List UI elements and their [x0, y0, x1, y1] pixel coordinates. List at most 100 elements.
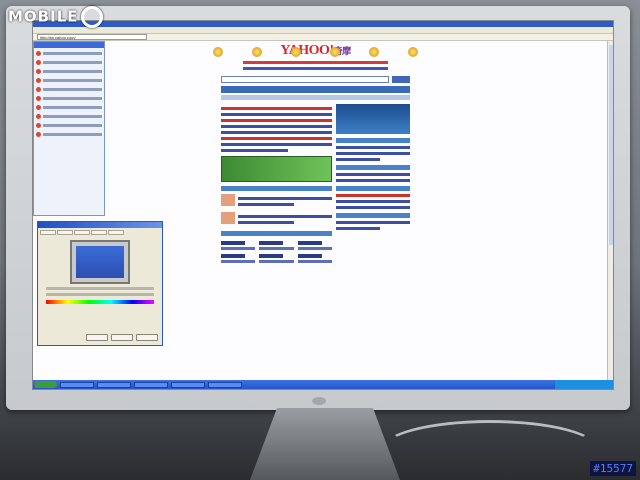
section-header: [221, 231, 332, 236]
section-header: [336, 165, 410, 170]
section-header: [336, 186, 410, 191]
display-properties-dialog: [37, 221, 163, 346]
link[interactable]: [336, 206, 410, 209]
search-button[interactable]: [392, 76, 410, 83]
category-links[interactable]: [221, 95, 410, 100]
apple-logo-icon: [312, 397, 326, 405]
list-item[interactable]: [36, 76, 102, 84]
directory-grid: [221, 241, 332, 263]
link[interactable]: [336, 200, 410, 203]
link[interactable]: [336, 194, 410, 197]
list-item[interactable]: [36, 130, 102, 138]
list-item[interactable]: [36, 85, 102, 93]
link[interactable]: [221, 107, 332, 110]
directory-block[interactable]: [259, 254, 294, 263]
news-item[interactable]: [221, 212, 332, 227]
dialog-settings: [38, 287, 162, 296]
taskbar-item[interactable]: [208, 381, 242, 388]
list-item[interactable]: [36, 112, 102, 120]
tab[interactable]: [74, 230, 90, 235]
directory-block[interactable]: [221, 254, 256, 263]
scroll-thumb[interactable]: [609, 45, 613, 245]
list-item[interactable]: [36, 121, 102, 129]
link[interactable]: [336, 221, 410, 224]
thumbnail: [221, 212, 235, 224]
service-icon[interactable]: [291, 47, 301, 57]
directory-block[interactable]: [297, 254, 332, 263]
start-button[interactable]: [35, 381, 57, 388]
list-item[interactable]: [36, 103, 102, 111]
link[interactable]: [336, 173, 410, 176]
taskbar-item[interactable]: [60, 381, 94, 388]
link[interactable]: [336, 152, 410, 155]
post-id-label: #15577: [590, 461, 636, 476]
service-icon[interactable]: [330, 47, 340, 57]
monitor-preview: [70, 240, 130, 284]
status-icon: [36, 104, 41, 110]
color-quality-bar: [46, 300, 154, 304]
system-tray: [555, 380, 613, 389]
taskbar-item[interactable]: [134, 381, 168, 388]
tab[interactable]: [108, 230, 124, 235]
link[interactable]: [336, 146, 410, 149]
list-item[interactable]: [36, 94, 102, 102]
status-icon: [36, 122, 41, 128]
monitor-screen: http://tw.yahoo.com/ YAHOO!奇摩: [32, 20, 614, 390]
taskbar: [33, 380, 613, 389]
taskbar-item[interactable]: [171, 381, 205, 388]
section-header: [221, 186, 332, 191]
promo-link[interactable]: [243, 67, 388, 70]
link[interactable]: [221, 131, 332, 134]
link[interactable]: [221, 143, 332, 146]
dialog-buttons: [86, 334, 158, 341]
cancel-button[interactable]: [111, 334, 133, 341]
tab[interactable]: [57, 230, 73, 235]
promo-banner[interactable]: [221, 156, 332, 182]
directory-block[interactable]: [259, 241, 294, 250]
news-item[interactable]: [221, 194, 332, 209]
ad-banner[interactable]: [336, 104, 410, 134]
status-icon: [36, 113, 41, 119]
monitor-bezel: http://tw.yahoo.com/ YAHOO!奇摩: [6, 6, 630, 410]
status-icon: [36, 131, 41, 137]
dialog-tabs: [38, 228, 162, 237]
service-icon[interactable]: [213, 47, 223, 57]
monitor-stand: [250, 408, 400, 480]
status-icon: [36, 86, 41, 92]
tab[interactable]: [91, 230, 107, 235]
link[interactable]: [221, 125, 332, 128]
link[interactable]: [336, 179, 410, 182]
search-input[interactable]: [221, 76, 389, 83]
list-item[interactable]: [36, 67, 102, 75]
category-tabs[interactable]: [221, 86, 410, 93]
yahoo-homepage: YAHOO!奇摩: [203, 41, 428, 386]
tab[interactable]: [40, 230, 56, 235]
service-icon[interactable]: [408, 47, 418, 57]
link[interactable]: [221, 149, 288, 152]
link[interactable]: [336, 158, 381, 161]
ok-button[interactable]: [86, 334, 108, 341]
link[interactable]: [336, 227, 381, 230]
vertical-scrollbar[interactable]: [607, 41, 613, 381]
list-item[interactable]: [36, 58, 102, 66]
list-item[interactable]: [36, 49, 102, 57]
sidebar-column: [336, 104, 410, 268]
link[interactable]: [221, 113, 332, 116]
section-header: [336, 138, 410, 143]
apply-button[interactable]: [136, 334, 158, 341]
service-icon[interactable]: [252, 47, 262, 57]
directory-block[interactable]: [221, 241, 256, 250]
promo-link[interactable]: [243, 61, 388, 64]
status-icon: [36, 95, 41, 101]
directory-block[interactable]: [297, 241, 332, 250]
main-content: [221, 104, 410, 268]
cable: [380, 420, 600, 480]
desktop-preview: [76, 246, 124, 278]
link[interactable]: [221, 137, 332, 140]
link[interactable]: [221, 119, 332, 122]
thumbnail: [221, 194, 235, 206]
address-field[interactable]: http://tw.yahoo.com/: [37, 34, 147, 40]
taskbar-item[interactable]: [97, 381, 131, 388]
status-icon: [36, 77, 41, 83]
service-icon[interactable]: [369, 47, 379, 57]
